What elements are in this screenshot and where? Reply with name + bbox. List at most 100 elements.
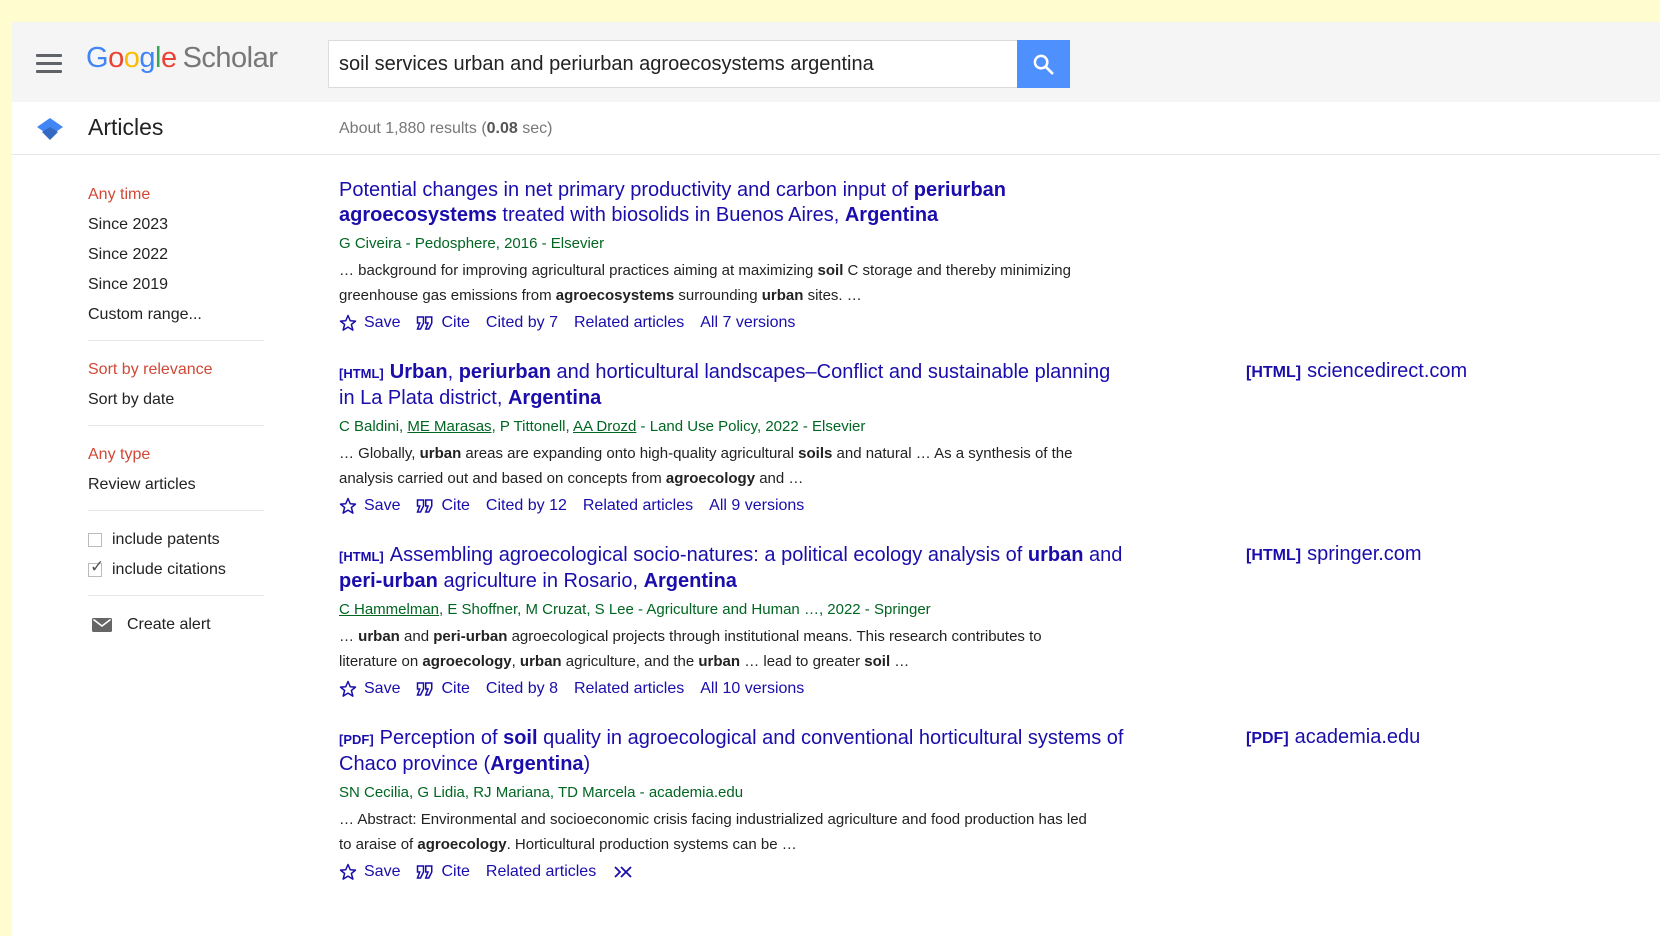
related-articles-link[interactable]: Related articles — [574, 314, 684, 332]
result-snippet: … urban and peri-urban agroecological pr… — [339, 624, 1099, 674]
text-run: , — [447, 361, 459, 383]
quote-icon — [416, 499, 433, 513]
result-actions: Save Cite Cited by 8 Related articles All 10… — [339, 676, 1639, 702]
search-button[interactable] — [1017, 40, 1070, 88]
cited-by-link[interactable]: Cited by 7 — [486, 314, 558, 332]
type-filter-group: Any type Review articles — [88, 440, 268, 500]
checkmark-icon: ✓ — [90, 557, 105, 576]
time-filter-item[interactable]: Since 2019 — [88, 270, 268, 300]
more-options-icon[interactable] — [612, 864, 634, 880]
text-run: areas are expanding onto high-quality ag… — [461, 445, 799, 462]
text-run: Potential changes in net primary product… — [339, 179, 914, 201]
highlight-term: soil — [864, 653, 891, 670]
include-patents-toggle[interactable]: include patents — [88, 525, 268, 555]
result-authors: SN Cecilia, G Lidia, RJ Mariana, TD Marc… — [339, 782, 1639, 804]
action-label: Related articles — [573, 680, 685, 697]
logo-letter: o — [108, 42, 124, 74]
text-run: , — [511, 653, 520, 670]
full-text-link[interactable]: [PDF] academia.edu — [1246, 726, 1420, 749]
star-icon — [339, 497, 357, 514]
search-input[interactable] — [329, 41, 1036, 87]
time-filter-item[interactable]: Since 2023 — [88, 210, 268, 240]
create-alert-button[interactable]: Create alert — [88, 610, 268, 640]
cite-button[interactable]: Cite — [416, 314, 470, 332]
highlight-term: agroecosystems — [555, 287, 675, 304]
action-label: Related articles — [485, 863, 597, 880]
text-run: ) — [583, 753, 591, 775]
doc-type-tag: [HTML] — [1246, 547, 1302, 564]
result-snippet: … Abstract: Environmental and socioecono… — [339, 807, 1099, 857]
doc-type-tag: [HTML] — [339, 549, 384, 564]
cite-button[interactable]: Cite — [416, 863, 470, 881]
all-versions-link[interactable]: All 9 versions — [709, 497, 804, 515]
action-label: Cite — [441, 680, 470, 697]
sort-option[interactable]: Sort by date — [88, 385, 268, 415]
full-text-link[interactable]: [HTML] springer.com — [1246, 543, 1422, 566]
time-filter-item[interactable]: Since 2022 — [88, 240, 268, 270]
result-actions: Save Cite Cited by 12 Related articles All 9… — [339, 493, 1639, 519]
result-title-link[interactable]: [PDF] Perception of soil quality in agroe… — [339, 726, 1129, 777]
action-label: Save — [364, 863, 401, 880]
highlight-term: Urban — [389, 361, 448, 383]
cite-button[interactable]: Cite — [416, 680, 470, 698]
save-button[interactable]: Save — [339, 680, 400, 698]
highlight-term: urban — [698, 653, 741, 670]
cited-by-link[interactable]: Cited by 12 — [486, 497, 567, 515]
results-list: Potential changes in net primary product… — [339, 178, 1639, 909]
divider — [88, 425, 264, 426]
all-versions-link[interactable]: All 10 versions — [700, 680, 804, 698]
star-icon — [339, 863, 357, 880]
subheader-bar: Articles About 1,880 results (0.08 sec) — [12, 102, 1660, 155]
result-title-link[interactable]: [HTML] Urban, periurban and horticultural… — [339, 360, 1129, 411]
include-citations-toggle[interactable]: ✓ include citations — [88, 555, 268, 585]
quote-icon — [416, 682, 433, 696]
type-filter-item[interactable]: Any type — [88, 440, 268, 470]
patents-checkbox[interactable] — [88, 533, 102, 547]
create-alert-label: Create alert — [127, 616, 211, 633]
full-text-link[interactable]: [HTML] sciencedirect.com — [1246, 360, 1467, 383]
hamburger-menu-icon[interactable] — [36, 54, 62, 74]
action-label: Save — [364, 497, 401, 514]
related-articles-link[interactable]: Related articles — [574, 680, 684, 698]
result-actions: Save Cite Related articles — [339, 859, 1639, 885]
highlight-term: urban — [358, 628, 400, 645]
action-label: Cited by 7 — [485, 314, 558, 331]
result-title-link[interactable]: [HTML] Assembling agroecological socio-na… — [339, 543, 1129, 594]
author-link[interactable]: AA Drozd — [573, 418, 636, 435]
action-label: All 9 versions — [709, 497, 805, 514]
time-filter-item[interactable]: Custom range... — [88, 300, 268, 330]
action-label: Cite — [441, 497, 470, 514]
author-link[interactable]: C Hammelman — [339, 601, 439, 618]
citations-label: include citations — [112, 561, 226, 578]
time-filter-item[interactable]: Any time — [88, 180, 268, 210]
highlight-term: soil — [503, 727, 538, 749]
cited-by-link[interactable]: Cited by 8 — [486, 680, 558, 698]
save-button[interactable]: Save — [339, 314, 400, 332]
citations-checkbox[interactable]: ✓ — [88, 557, 104, 577]
author-link[interactable]: ME Marasas — [407, 418, 491, 435]
highlight-term: Argentina — [844, 204, 939, 226]
related-articles-link[interactable]: Related articles — [486, 863, 596, 881]
result-title-link[interactable]: Potential changes in net primary product… — [339, 178, 1129, 228]
logo-letter: o — [123, 42, 140, 74]
search-result: [PDF] Perception of soil quality in agroe… — [339, 726, 1639, 885]
highlight-term: soil — [817, 262, 844, 279]
cite-button[interactable]: Cite — [416, 497, 470, 515]
highlight-term: Argentina — [507, 387, 602, 409]
type-filter-item[interactable]: Review articles — [88, 470, 268, 500]
logo-letter: G — [86, 42, 109, 74]
divider — [88, 595, 264, 596]
action-label: All 7 versions — [700, 314, 796, 331]
action-label: Cite — [441, 863, 470, 880]
result-stats: About 1,880 results (0.08 sec) — [339, 120, 552, 138]
save-button[interactable]: Save — [339, 863, 400, 881]
sort-option[interactable]: Sort by relevance — [88, 355, 268, 385]
related-articles-link[interactable]: Related articles — [583, 497, 693, 515]
search-box — [328, 40, 1036, 88]
result-snippet: … Globally, urban areas are expanding on… — [339, 441, 1099, 491]
envelope-icon — [92, 618, 112, 632]
all-versions-link[interactable]: All 7 versions — [700, 314, 795, 332]
google-scholar-logo[interactable]: Google Scholar — [86, 42, 278, 75]
save-button[interactable]: Save — [339, 497, 400, 515]
doc-type-tag: [PDF] — [339, 732, 374, 747]
